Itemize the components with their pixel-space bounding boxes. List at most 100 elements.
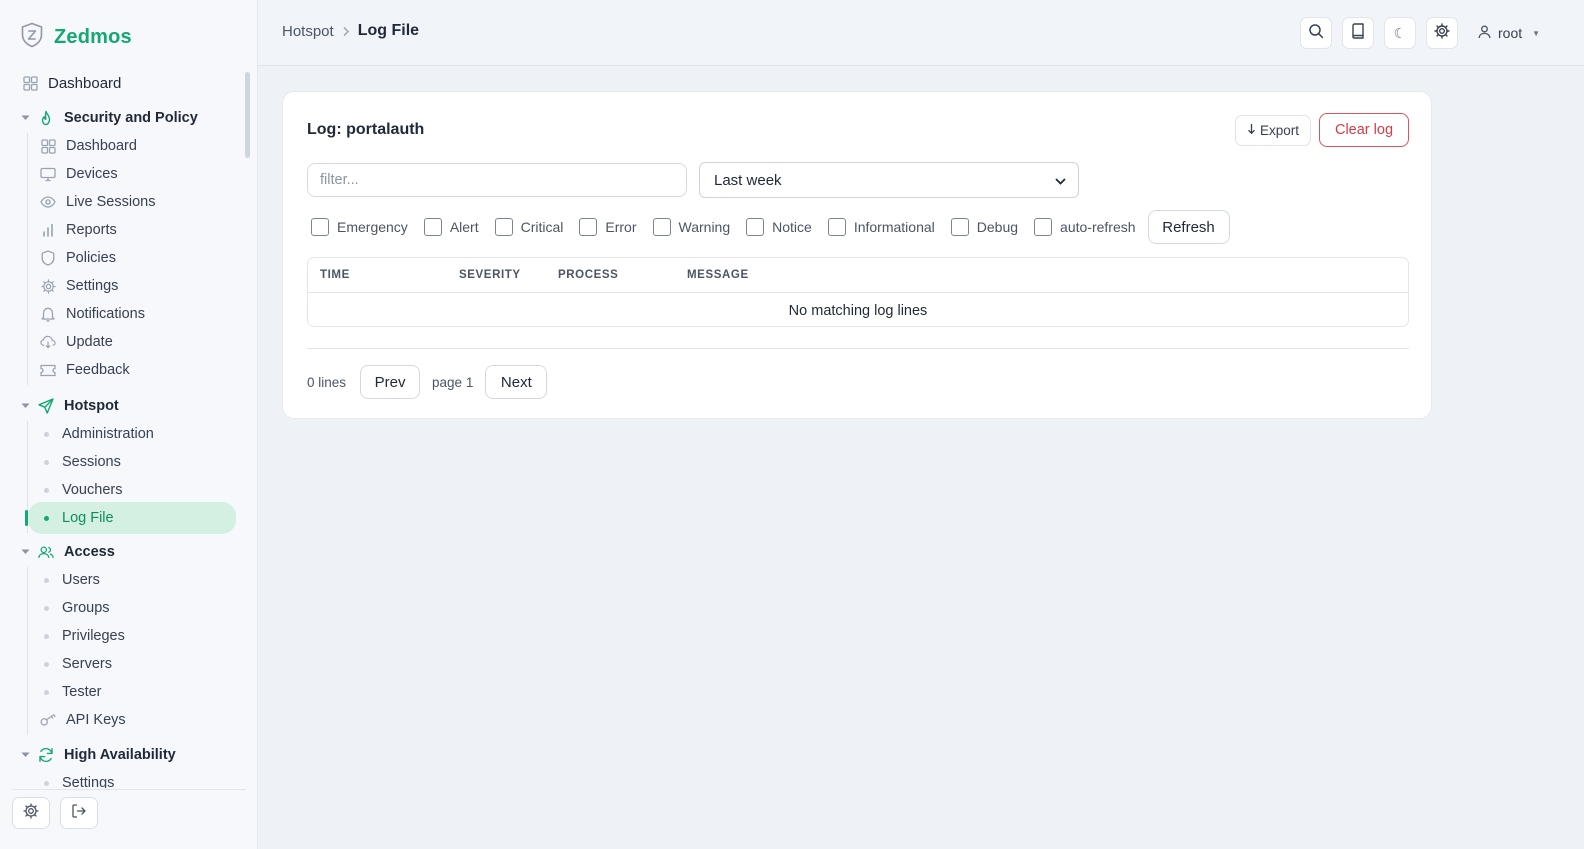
sidebar-item-administration[interactable]: Administration (44, 421, 154, 447)
clear-log-button[interactable]: Clear log (1319, 113, 1409, 147)
check-label: Warning (678, 219, 731, 235)
check-auto-refresh[interactable]: auto-refresh (1034, 218, 1136, 236)
docs-button[interactable] (1342, 17, 1374, 49)
sidebar-item-log-file[interactable]: Log File (44, 505, 114, 531)
sidebar-item-settings[interactable]: Settings (40, 273, 118, 299)
page-indicator: page 1 (432, 374, 474, 390)
sidebar-item-policies[interactable]: Policies (40, 245, 116, 271)
time-range-select[interactable]: Last week (699, 162, 1079, 198)
export-button[interactable]: Export (1235, 115, 1311, 146)
sidebar-item-notifications[interactable]: Notifications (40, 301, 145, 327)
check-emergency[interactable]: Emergency (311, 218, 408, 236)
checkbox[interactable] (746, 218, 765, 236)
prev-button[interactable]: Prev (360, 365, 421, 399)
grid-icon (40, 138, 56, 154)
column-severity[interactable]: SEVERITY (459, 269, 521, 281)
checkbox[interactable] (827, 218, 846, 236)
sidebar-section-high-availability[interactable]: High Availability (20, 742, 176, 768)
sidebar-item-label: Live Sessions (66, 194, 156, 210)
line-count: 0 lines (307, 374, 347, 390)
sidebar-item-live-sessions[interactable]: Live Sessions (40, 189, 155, 215)
check-error[interactable]: Error (579, 218, 637, 236)
sidebar-item-label: Tester (62, 684, 102, 700)
check-warning[interactable]: Warning (652, 218, 731, 236)
logout-button[interactable] (60, 797, 98, 829)
brand[interactable]: Zedmos (20, 22, 132, 52)
sidebar-item-dashboard[interactable]: Dashboard (22, 70, 121, 96)
bullet-dot (44, 633, 49, 639)
check-alert[interactable]: Alert (423, 218, 479, 236)
theme-toggle-button[interactable]: ☾ (1384, 17, 1416, 49)
bullet-dot (44, 431, 49, 437)
sidebar-item-servers[interactable]: Servers (44, 651, 112, 677)
cloud-download-icon (40, 334, 56, 350)
check-label: Alert (449, 219, 479, 235)
gear-icon (40, 278, 56, 294)
sidebar-item-sessions[interactable]: Sessions (44, 449, 121, 475)
settings-button[interactable] (1426, 17, 1458, 49)
caret-down-icon (20, 401, 30, 411)
sidebar-item-privileges[interactable]: Privileges (44, 623, 125, 649)
sidebar-settings-button[interactable] (12, 797, 50, 829)
column-message[interactable]: MESSAGE (687, 269, 749, 281)
sidebar-item-ha-settings[interactable]: Settings (44, 770, 114, 788)
checkbox[interactable] (494, 218, 513, 236)
checkbox[interactable] (1034, 218, 1053, 236)
refresh-icon (38, 747, 54, 763)
breadcrumb-hotspot[interactable]: Hotspot (282, 23, 334, 40)
sidebar-item-sp-dashboard[interactable]: Dashboard (40, 133, 137, 159)
sidebar-item-vouchers[interactable]: Vouchers (44, 477, 122, 503)
sidebar-item-label: Users (62, 572, 100, 588)
sidebar-item-reports[interactable]: Reports (40, 217, 117, 243)
checkbox[interactable] (579, 218, 598, 236)
grid-icon (22, 75, 38, 91)
topbar: Hotspot Log File ☾ root ▼ (258, 0, 1584, 66)
sidebar-section-access[interactable]: Access (20, 539, 115, 565)
flame-icon (38, 110, 54, 126)
sidebar-item-devices[interactable]: Devices (40, 161, 118, 187)
checkbox[interactable] (311, 218, 329, 236)
user-name: root (1498, 25, 1523, 41)
topbar-actions: ☾ root ▼ (1300, 17, 1540, 49)
search-button[interactable] (1300, 17, 1332, 49)
user-menu[interactable]: root ▼ (1478, 25, 1540, 42)
checkbox[interactable] (950, 218, 969, 236)
search-icon (1308, 23, 1324, 44)
checkbox[interactable] (652, 218, 671, 236)
sidebar-scrollbar[interactable] (245, 72, 250, 158)
check-critical[interactable]: Critical (494, 218, 563, 236)
sidebar-item-groups[interactable]: Groups (44, 595, 110, 621)
sidebar-item-label: Vouchers (62, 482, 123, 498)
sidebar-item-label: Groups (62, 600, 110, 616)
bullet-dot (44, 689, 49, 695)
sidebar-item-users[interactable]: Users (44, 567, 100, 593)
active-item-indicator (25, 510, 28, 526)
user-icon (1478, 25, 1491, 42)
next-button[interactable]: Next (485, 365, 548, 399)
check-notice[interactable]: Notice (746, 218, 812, 236)
chevron-right-icon (342, 26, 350, 37)
sidebar-item-label: Reports (66, 222, 117, 238)
check-label: Emergency (337, 219, 408, 235)
column-time[interactable]: TIME (320, 269, 350, 281)
check-debug[interactable]: Debug (950, 218, 1018, 236)
checkbox[interactable] (423, 218, 442, 236)
check-label: Notice (772, 219, 812, 235)
next-label: Next (500, 373, 532, 391)
sidebar-item-label: Settings (62, 775, 115, 788)
column-process[interactable]: PROCESS (558, 269, 618, 281)
sidebar: Zedmos Dashboard Security and Policy Das… (0, 0, 258, 849)
sidebar-section-hotspot[interactable]: Hotspot (20, 393, 119, 419)
sidebar-item-tester[interactable]: Tester (44, 679, 102, 705)
card-divider (307, 348, 1409, 349)
refresh-button[interactable]: Refresh (1147, 210, 1230, 244)
check-informational[interactable]: Informational (827, 218, 935, 236)
filter-input[interactable] (307, 163, 687, 197)
moon-icon: ☾ (1393, 24, 1407, 41)
sidebar-item-feedback[interactable]: Feedback (40, 357, 130, 383)
bar-chart-icon (40, 222, 56, 238)
sidebar-section-security-and-policy[interactable]: Security and Policy (20, 105, 198, 131)
sidebar-item-api-keys[interactable]: API Keys (40, 707, 126, 733)
sidebar-item-update[interactable]: Update (40, 329, 113, 355)
bullet-dot (44, 605, 49, 611)
